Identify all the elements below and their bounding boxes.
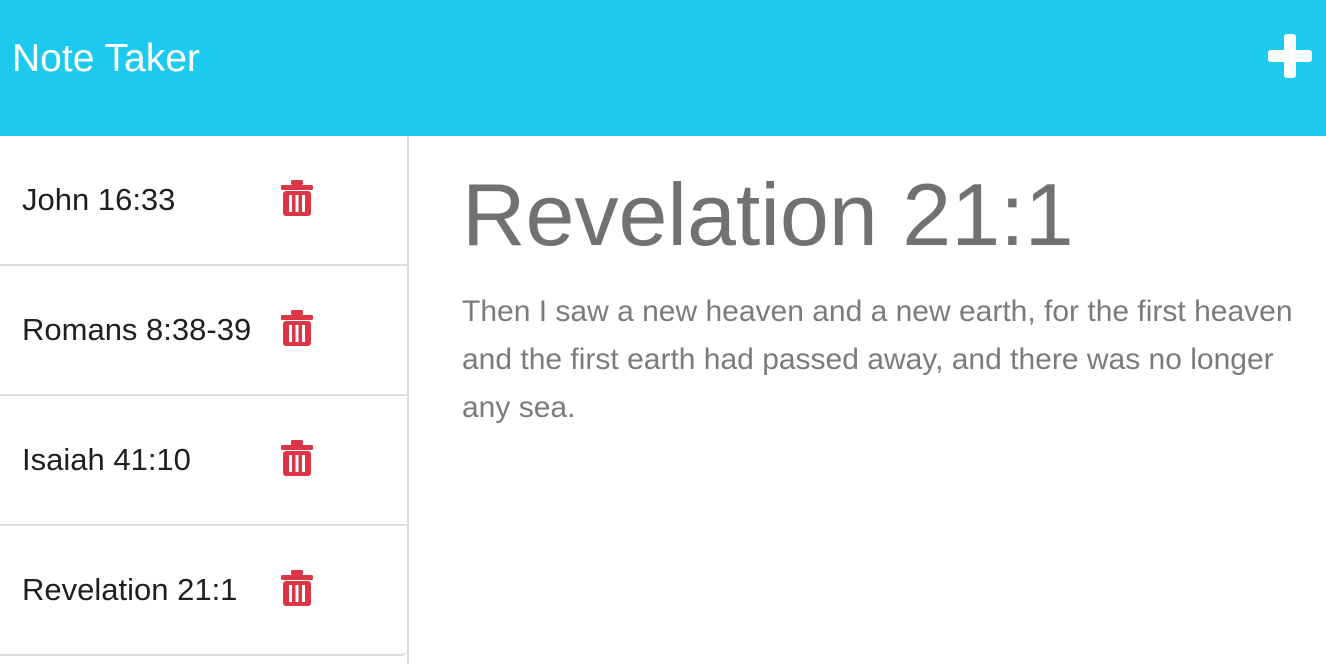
list-item[interactable]: Isaiah 41:10 bbox=[0, 396, 407, 526]
note-title: John 16:33 bbox=[22, 182, 176, 217]
note-list-panel: John 16:33 Romans 8:38-39 Isaiah 41:10 R… bbox=[0, 136, 409, 664]
delete-note-button[interactable] bbox=[280, 570, 314, 606]
navbar: Note Taker bbox=[0, 0, 1326, 136]
note-title-field[interactable]: Revelation 21:1 bbox=[462, 160, 1322, 270]
delete-note-button[interactable] bbox=[280, 310, 314, 346]
brand-link[interactable]: Note Taker bbox=[12, 36, 200, 82]
trash-icon bbox=[281, 440, 313, 476]
note-title: Revelation 21:1 bbox=[22, 572, 238, 607]
note-list: John 16:33 Romans 8:38-39 Isaiah 41:10 R… bbox=[0, 136, 407, 656]
delete-note-button[interactable] bbox=[280, 440, 314, 476]
note-title: Romans 8:38-39 bbox=[22, 312, 252, 347]
trash-icon bbox=[281, 180, 313, 216]
plus-icon bbox=[1268, 34, 1312, 78]
note-editor: Revelation 21:1 Then I saw a new heaven … bbox=[462, 160, 1322, 432]
trash-icon bbox=[281, 310, 313, 346]
list-item[interactable]: Revelation 21:1 bbox=[0, 526, 407, 656]
list-item[interactable]: Romans 8:38-39 bbox=[0, 266, 407, 396]
new-note-button[interactable] bbox=[1264, 30, 1316, 82]
note-title: Isaiah 41:10 bbox=[22, 442, 191, 477]
list-item[interactable]: John 16:33 bbox=[0, 136, 407, 266]
note-body-field[interactable]: Then I saw a new heaven and a new earth,… bbox=[462, 288, 1322, 432]
trash-icon bbox=[281, 570, 313, 606]
delete-note-button[interactable] bbox=[280, 180, 314, 216]
